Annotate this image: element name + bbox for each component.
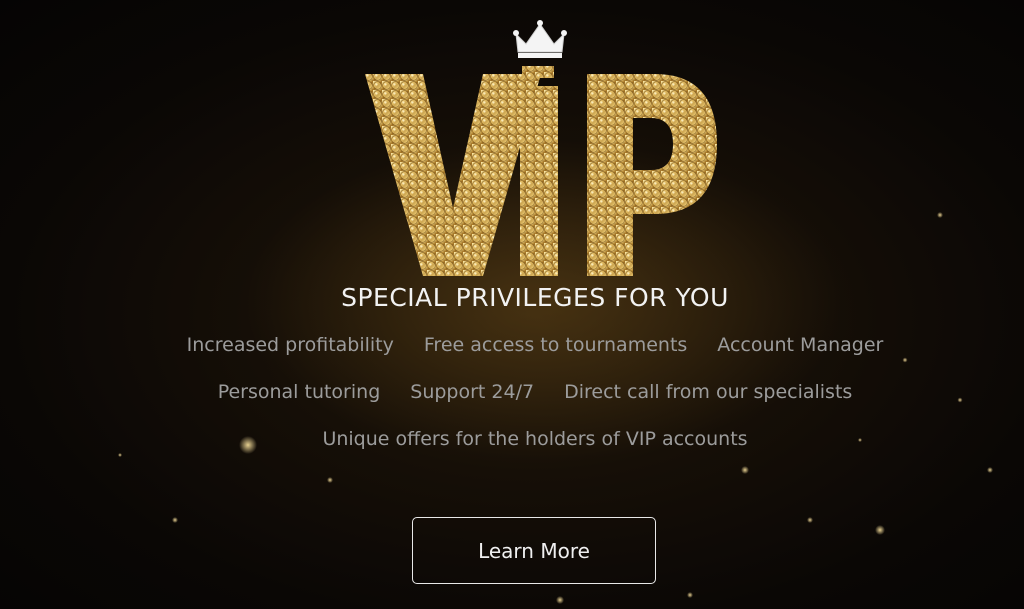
feature-free-access-to-tournaments: Free access to tournaments <box>423 334 688 356</box>
features-row-2: Personal tutoring Support 24/7 Direct ca… <box>0 378 1024 406</box>
feature-unique-offers: Unique offers for the holders of VIP acc… <box>322 428 748 450</box>
features-row-3: Unique offers for the holders of VIP acc… <box>0 425 1024 453</box>
crown-icon <box>513 20 567 58</box>
feature-direct-call: Direct call from our specialists <box>564 381 853 403</box>
feature-support-24-7: Support 24/7 <box>410 381 535 403</box>
vip-logo <box>365 20 717 276</box>
feature-increased-profitability: Increased profitability <box>186 334 394 356</box>
feature-personal-tutoring: Personal tutoring <box>217 381 381 403</box>
feature-account-manager: Account Manager <box>717 334 884 356</box>
learn-more-button[interactable]: Learn More <box>412 517 656 584</box>
features-row-1: Increased profitability Free access to t… <box>0 331 1024 359</box>
tagline: SPECIAL PRIVILEGES FOR YOU <box>341 283 729 312</box>
vip-hero-section: SPECIAL PRIVILEGES FOR YOU Increased pro… <box>0 0 1024 609</box>
